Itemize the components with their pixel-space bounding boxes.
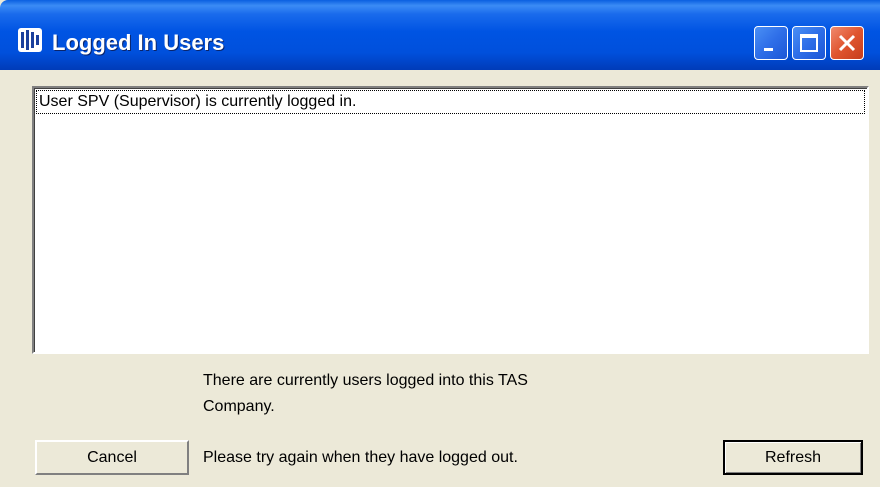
- cancel-button[interactable]: Cancel: [35, 440, 189, 475]
- refresh-button[interactable]: Refresh: [723, 440, 863, 475]
- maximize-icon: [800, 34, 818, 52]
- list-item[interactable]: User SPV (Supervisor) is currently logge…: [36, 90, 865, 114]
- window-title: Logged In Users: [52, 30, 225, 55]
- maximize-button[interactable]: [792, 26, 826, 60]
- retry-message: Please try again when they have logged o…: [203, 449, 518, 466]
- minimize-icon: [764, 48, 773, 51]
- close-button[interactable]: [830, 26, 864, 60]
- minimize-button[interactable]: [754, 26, 788, 60]
- logged-in-users-dialog: Logged In Users User SPV (Supervisor) is…: [0, 0, 880, 487]
- title-bar[interactable]: Logged In Users: [0, 0, 880, 70]
- app-logo-icon: [18, 28, 42, 52]
- status-message-line-1: There are currently users logged into th…: [203, 372, 528, 389]
- close-icon: [838, 34, 856, 52]
- logged-in-users-list[interactable]: User SPV (Supervisor) is currently logge…: [32, 86, 869, 354]
- status-message-line-2: Company.: [203, 398, 275, 415]
